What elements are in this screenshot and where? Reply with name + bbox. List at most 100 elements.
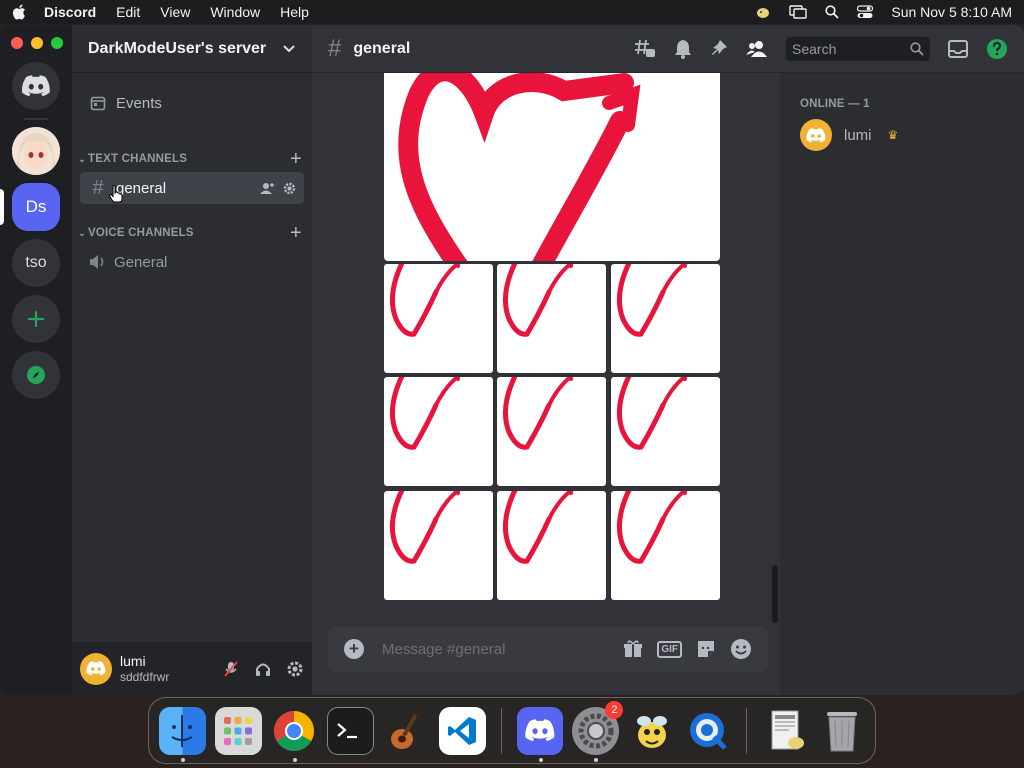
help-icon[interactable]: [986, 38, 1008, 60]
direct-messages-button[interactable]: [12, 62, 60, 110]
attachment-thumbnail[interactable]: [611, 264, 720, 373]
vscode-app-icon[interactable]: [438, 706, 486, 755]
spotlight-search-icon[interactable]: [825, 5, 839, 19]
menu-app-name[interactable]: Discord: [44, 4, 96, 20]
member-list-icon[interactable]: [746, 40, 768, 58]
control-center-icon[interactable]: [857, 5, 874, 19]
menu-help[interactable]: Help: [280, 4, 309, 20]
macos-dock: 2: [148, 697, 876, 764]
member-item[interactable]: lumi ♛: [800, 119, 898, 151]
user-panel: lumi sddfdfrwr: [72, 642, 312, 695]
dock-separator: [746, 707, 748, 754]
chrome-app-icon[interactable]: [271, 707, 318, 762]
discord-app-icon[interactable]: [516, 706, 564, 762]
apple-logo-icon[interactable]: [12, 4, 26, 20]
chat-scrollbar[interactable]: [772, 565, 778, 623]
heart-drawing-image: [389, 264, 461, 337]
create-text-channel-icon[interactable]: +: [288, 148, 304, 171]
close-window-button[interactable]: [11, 37, 23, 49]
dock-separator: [500, 707, 502, 754]
discord-logo-icon: [806, 127, 826, 142]
zoom-window-button[interactable]: [51, 37, 63, 49]
screen-mirroring-icon[interactable]: [789, 5, 808, 19]
channel-name: general: [116, 179, 167, 197]
composer-tools: GIF: [623, 638, 752, 660]
search-input[interactable]: Search: [786, 36, 930, 61]
voice-channel-general[interactable]: General: [80, 246, 304, 278]
attachment-thumbnail[interactable]: [611, 377, 720, 486]
server-avatar-anime[interactable]: [12, 127, 60, 175]
header-toolbar: Search: [634, 36, 1008, 61]
pinned-messages-icon[interactable]: [710, 39, 728, 59]
message-input[interactable]: Message #general: [382, 641, 611, 658]
voice-channel-name: General: [114, 253, 168, 271]
mute-microphone-icon[interactable]: [222, 660, 240, 678]
channel-title: general: [353, 39, 411, 57]
heart-drawing-image: [389, 377, 461, 450]
cyberduck-app-icon[interactable]: [628, 707, 675, 755]
gift-icon[interactable]: [623, 639, 643, 659]
heart-drawing-image: [616, 491, 688, 564]
member-avatar: [800, 119, 832, 151]
attachment-image-large[interactable]: [384, 73, 720, 261]
attachment-thumbnail[interactable]: [497, 264, 606, 373]
menu-view[interactable]: View: [160, 4, 190, 20]
menu-bar: Discord Edit View Window Help Sun Nov 5 …: [0, 0, 1024, 24]
server-ds[interactable]: Ds: [12, 183, 60, 231]
user-avatar[interactable]: [80, 652, 112, 685]
attachment-thumbnail[interactable]: [497, 491, 606, 600]
garageband-app-icon[interactable]: [383, 707, 430, 755]
chevron-down-icon: ⌄: [78, 227, 86, 238]
explore-servers-button[interactable]: [12, 351, 60, 399]
trash-icon[interactable]: [818, 707, 865, 755]
heart-drawing-image: [616, 377, 688, 450]
minimize-window-button[interactable]: [31, 37, 43, 49]
cyberduck-status-icon[interactable]: [755, 5, 771, 19]
upload-attachment-button[interactable]: +: [344, 639, 364, 659]
chevron-down-icon: ⌄: [78, 153, 86, 164]
attachment-thumbnail[interactable]: [497, 377, 606, 486]
heart-drawing-image: [389, 491, 461, 564]
finder-app-icon[interactable]: [159, 706, 206, 762]
notification-bell-icon[interactable]: [674, 39, 692, 59]
menu-window[interactable]: Window: [210, 4, 260, 20]
attachment-thumbnail[interactable]: [384, 264, 493, 373]
system-settings-app-icon[interactable]: 2: [572, 700, 624, 762]
message-composer: + Message #general GIF: [328, 626, 768, 672]
attachment-thumbnail[interactable]: [611, 491, 720, 600]
terminal-app-icon[interactable]: [326, 706, 374, 755]
attachment-thumbnail[interactable]: [384, 491, 493, 600]
crown-icon: ♛: [887, 128, 899, 142]
member-list: ONLINE — 1 lumi ♛: [780, 73, 1024, 695]
server-tso[interactable]: tso: [12, 239, 60, 287]
voice-channels-label: VOICE CHANNELS: [88, 227, 194, 239]
server-header[interactable]: DarkModeUser's server: [72, 25, 312, 73]
hash-icon: #: [92, 176, 104, 199]
events-label: Events: [116, 94, 162, 112]
attachment-thumbnail[interactable]: [384, 377, 493, 486]
menubar-clock[interactable]: Sun Nov 5 8:10 AM: [891, 4, 1012, 20]
user-tag: sddfdfrwr: [120, 669, 170, 684]
compass-icon: [27, 366, 45, 384]
events-item[interactable]: Events: [80, 87, 304, 119]
invite-member-icon[interactable]: [260, 182, 275, 195]
gear-icon[interactable]: [283, 182, 296, 195]
hand-pointer-cursor-icon: [109, 185, 123, 203]
sticker-icon[interactable]: [696, 639, 716, 659]
create-voice-channel-icon[interactable]: +: [288, 222, 304, 245]
quicktime-app-icon[interactable]: [684, 707, 731, 755]
search-placeholder: Search: [792, 40, 837, 57]
gif-button[interactable]: GIF: [657, 640, 682, 658]
voice-channels-category[interactable]: ⌄ VOICE CHANNELS +: [76, 222, 304, 245]
user-settings-gear-icon[interactable]: [286, 660, 304, 678]
user-names[interactable]: lumi sddfdfrwr: [120, 653, 169, 684]
text-channels-category[interactable]: ⌄ TEXT CHANNELS +: [76, 148, 304, 171]
launchpad-app-icon[interactable]: [214, 706, 262, 755]
inbox-icon[interactable]: [948, 39, 968, 58]
threads-icon[interactable]: [634, 39, 656, 59]
emoji-icon[interactable]: [730, 638, 752, 660]
menu-edit[interactable]: Edit: [116, 4, 140, 20]
add-server-button[interactable]: [12, 295, 60, 343]
preview-app-icon[interactable]: [762, 707, 809, 755]
headphones-icon[interactable]: [254, 660, 272, 678]
